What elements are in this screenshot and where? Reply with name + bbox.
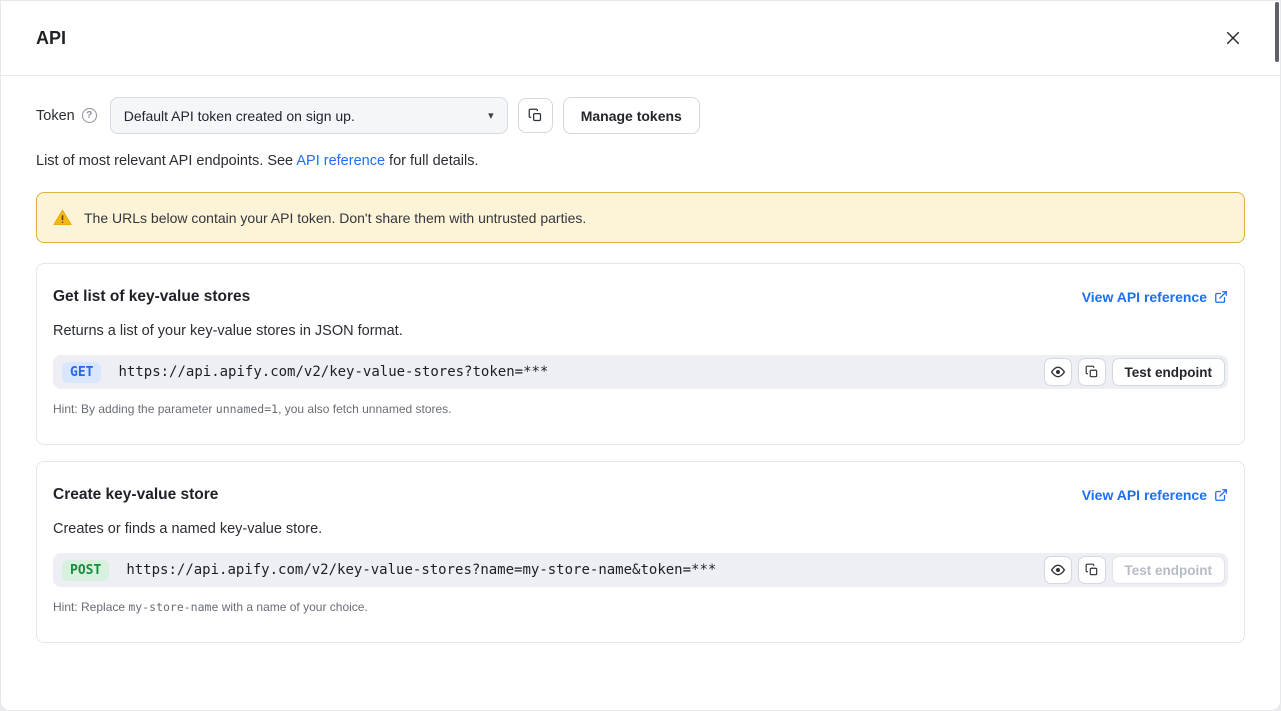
hint-text-after: , you also fetch unnamed stores. <box>278 402 451 416</box>
copy-url-button[interactable] <box>1078 556 1106 584</box>
token-label: Token <box>36 108 75 124</box>
intro-text: List of most relevant API endpoints. See… <box>36 153 1245 169</box>
test-endpoint-button[interactable]: Test endpoint <box>1112 358 1226 386</box>
external-link-icon <box>1214 488 1228 502</box>
copy-icon <box>1085 563 1099 577</box>
eye-icon <box>1050 562 1066 578</box>
card-header: Create key-value store View API referenc… <box>53 486 1228 504</box>
reveal-token-button[interactable] <box>1044 556 1072 584</box>
view-api-reference-link[interactable]: View API reference <box>1082 289 1228 305</box>
scrollbar-thumb[interactable] <box>1275 2 1279 62</box>
dialog-body: Token ? Default API token created on sig… <box>1 97 1280 643</box>
copy-icon <box>1085 365 1099 379</box>
endpoint-url-bar: POST https://api.apify.com/v2/key-value-… <box>53 553 1228 587</box>
close-button[interactable] <box>1219 24 1247 52</box>
copy-token-button[interactable] <box>518 98 553 133</box>
method-badge: GET <box>62 362 101 383</box>
intro-text-before: List of most relevant API endpoints. See <box>36 153 296 169</box>
dialog-header: API <box>1 1 1280 76</box>
hint-code: my-store-name <box>128 600 218 614</box>
endpoint-title: Create key-value store <box>53 486 218 504</box>
endpoint-description: Returns a list of your key-value stores … <box>53 323 1228 339</box>
endpoint-card-get-list: Get list of key-value stores View API re… <box>36 263 1245 445</box>
external-link-icon <box>1214 290 1228 304</box>
url-actions: Test endpoint <box>1044 358 1226 386</box>
view-api-reference-link[interactable]: View API reference <box>1082 487 1228 503</box>
token-select-value: Default API token created on sign up. <box>124 108 355 124</box>
endpoint-url: https://api.apify.com/v2/key-value-store… <box>126 562 716 578</box>
method-badge: POST <box>62 560 109 581</box>
intro-text-after: for full details. <box>385 153 479 169</box>
token-select[interactable]: Default API token created on sign up. ▾ <box>110 97 508 134</box>
hint-text-after: with a name of your choice. <box>218 600 367 614</box>
hint-text-before: Hint: By adding the parameter <box>53 402 216 416</box>
reveal-token-button[interactable] <box>1044 358 1072 386</box>
chevron-down-icon: ▾ <box>488 109 494 122</box>
view-api-reference-label: View API reference <box>1082 289 1207 305</box>
hint-text-before: Hint: Replace <box>53 600 128 614</box>
view-api-reference-label: View API reference <box>1082 487 1207 503</box>
hint-code: unnamed=1 <box>216 402 278 416</box>
token-row: Token ? Default API token created on sig… <box>36 97 1245 134</box>
endpoint-url: https://api.apify.com/v2/key-value-store… <box>118 364 548 380</box>
api-reference-link[interactable]: API reference <box>296 153 385 169</box>
endpoint-title: Get list of key-value stores <box>53 288 250 306</box>
api-dialog: API Token ? Default API token created on… <box>0 0 1281 711</box>
endpoint-hint: Hint: By adding the parameter unnamed=1,… <box>53 402 1228 416</box>
warning-text: The URLs below contain your API token. D… <box>84 210 586 226</box>
endpoint-card-create-store: Create key-value store View API referenc… <box>36 461 1245 643</box>
warning-icon <box>53 208 72 227</box>
endpoint-url-bar: GET https://api.apify.com/v2/key-value-s… <box>53 355 1228 389</box>
copy-url-button[interactable] <box>1078 358 1106 386</box>
copy-icon <box>528 108 543 123</box>
endpoint-description: Creates or finds a named key-value store… <box>53 521 1228 537</box>
close-icon <box>1225 30 1241 46</box>
warning-banner: The URLs below contain your API token. D… <box>36 192 1245 243</box>
eye-icon <box>1050 364 1066 380</box>
page-title: API <box>36 28 66 49</box>
test-endpoint-button[interactable]: Test endpoint <box>1112 556 1226 584</box>
url-actions: Test endpoint <box>1044 556 1226 584</box>
help-icon[interactable]: ? <box>82 108 97 123</box>
manage-tokens-button[interactable]: Manage tokens <box>563 97 700 134</box>
endpoint-hint: Hint: Replace my-store-name with a name … <box>53 600 1228 614</box>
card-header: Get list of key-value stores View API re… <box>53 288 1228 306</box>
